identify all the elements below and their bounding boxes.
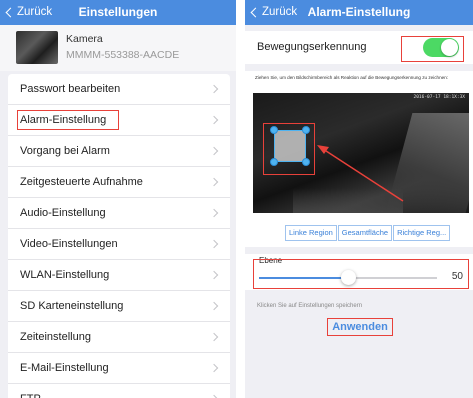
left-region-button[interactable]: Linke Region [285, 225, 337, 241]
menu-item-label: Alarm-Einstellung [20, 114, 107, 126]
region-handle[interactable] [270, 126, 278, 134]
chevron-right-icon [209, 208, 219, 218]
level-slider[interactable] [259, 270, 437, 285]
menu-item-label: WLAN-Einstellung [20, 269, 110, 281]
menu-item-sd-card[interactable]: SD Karteneinstellung [8, 291, 230, 322]
menu-item-label: SD Karteneinstellung [20, 300, 124, 312]
menu-item-label: Vorgang bei Alarm [20, 145, 110, 157]
alarm-navbar: Zurück Alarm-Einstellung [245, 0, 473, 25]
motion-detection-toggle[interactable] [423, 38, 459, 57]
camera-id: MMMM-553388-AACDE [66, 49, 180, 61]
menu-item-label: Zeitgesteuerte Aufnahme [20, 176, 143, 188]
menu-item-time[interactable]: Zeiteinstellung [8, 322, 230, 353]
chevron-right-icon [209, 146, 219, 156]
menu-item-email[interactable]: E-Mail-Einstellung [8, 353, 230, 384]
menu-item-password[interactable]: Passwort bearbeiten [8, 74, 230, 105]
right-region-button[interactable]: Richtige Reg... [393, 225, 451, 241]
slider-thumb[interactable] [341, 270, 356, 285]
apply-button[interactable]: Anwenden [327, 318, 393, 336]
region-handle[interactable] [270, 158, 278, 166]
menu-item-video[interactable]: Video-Einstellungen [8, 229, 230, 260]
camera-name: Kamera [66, 33, 103, 45]
chevron-right-icon [209, 115, 219, 125]
alarm-settings-screen: Zurück Alarm-Einstellung Bewegungserkenn… [245, 0, 473, 398]
chevron-left-icon [5, 7, 16, 18]
chevron-right-icon [209, 239, 219, 249]
region-handle[interactable] [302, 158, 310, 166]
region-button-group: Linke Region Gesamtfläche Richtige Reg..… [285, 225, 451, 241]
area-instruction: Ziehen Sie, um den Bildschirmbereich als… [255, 75, 449, 80]
back-button[interactable]: Zurück [249, 0, 297, 25]
video-timestamp: 2016-07-17 18:1X:3X [413, 95, 465, 100]
menu-item-label: Passwort bearbeiten [20, 83, 121, 95]
level-value: 50 [451, 271, 463, 282]
toggle-knob [441, 39, 458, 56]
slider-fill [259, 277, 348, 279]
level-panel: Ebene 50 [245, 254, 473, 290]
back-label: Zurück [17, 6, 53, 18]
chevron-right-icon [209, 332, 219, 342]
back-button[interactable]: Zurück [4, 0, 52, 25]
video-preview[interactable]: 2016-07-17 18:1X:3X [253, 93, 469, 213]
back-label: Zurück [262, 6, 298, 18]
settings-menu: Passwort bearbeiten Alarm-Einstellung Vo… [8, 74, 230, 398]
menu-item-alarm-settings[interactable]: Alarm-Einstellung [8, 105, 230, 136]
camera-thumbnail [16, 31, 58, 64]
detection-region[interactable] [274, 130, 306, 162]
menu-item-scheduled-recording[interactable]: Zeitgesteuerte Aufnahme [8, 167, 230, 198]
settings-navbar: Zurück Einstellungen [0, 0, 236, 25]
menu-item-alarm-action[interactable]: Vorgang bei Alarm [8, 136, 230, 167]
motion-detection-row: Bewegungserkennung [245, 31, 473, 64]
menu-item-label: Audio-Einstellung [20, 207, 106, 219]
motion-detection-label: Bewegungserkennung [257, 41, 367, 53]
chevron-left-icon [250, 7, 261, 18]
detection-area-panel: Ziehen Sie, um den Bildschirmbereich als… [245, 71, 473, 247]
chevron-right-icon [209, 270, 219, 280]
menu-item-ftp[interactable]: FTP [8, 384, 230, 398]
menu-item-wlan[interactable]: WLAN-Einstellung [8, 260, 230, 291]
screenshot-root: Zurück Einstellungen Kamera MMMM-553388-… [0, 0, 473, 398]
level-label: Ebene [259, 256, 283, 265]
region-handle[interactable] [302, 126, 310, 134]
menu-item-label: E-Mail-Einstellung [20, 362, 109, 374]
menu-item-label: Zeiteinstellung [20, 331, 91, 343]
menu-item-audio[interactable]: Audio-Einstellung [8, 198, 230, 229]
scene-shape [293, 188, 403, 213]
chevron-right-icon [209, 177, 219, 187]
camera-header: Kamera MMMM-553388-AACDE [0, 25, 236, 71]
full-area-button[interactable]: Gesamtfläche [337, 225, 393, 241]
save-hint: Klicken Sie auf Einstellungen speichern [257, 303, 363, 309]
chevron-right-icon [209, 363, 219, 373]
chevron-right-icon [209, 84, 219, 94]
chevron-right-icon [209, 301, 219, 311]
settings-screen: Zurück Einstellungen Kamera MMMM-553388-… [0, 0, 236, 398]
menu-item-label: FTP [20, 384, 41, 398]
menu-item-label: Video-Einstellungen [20, 238, 118, 250]
